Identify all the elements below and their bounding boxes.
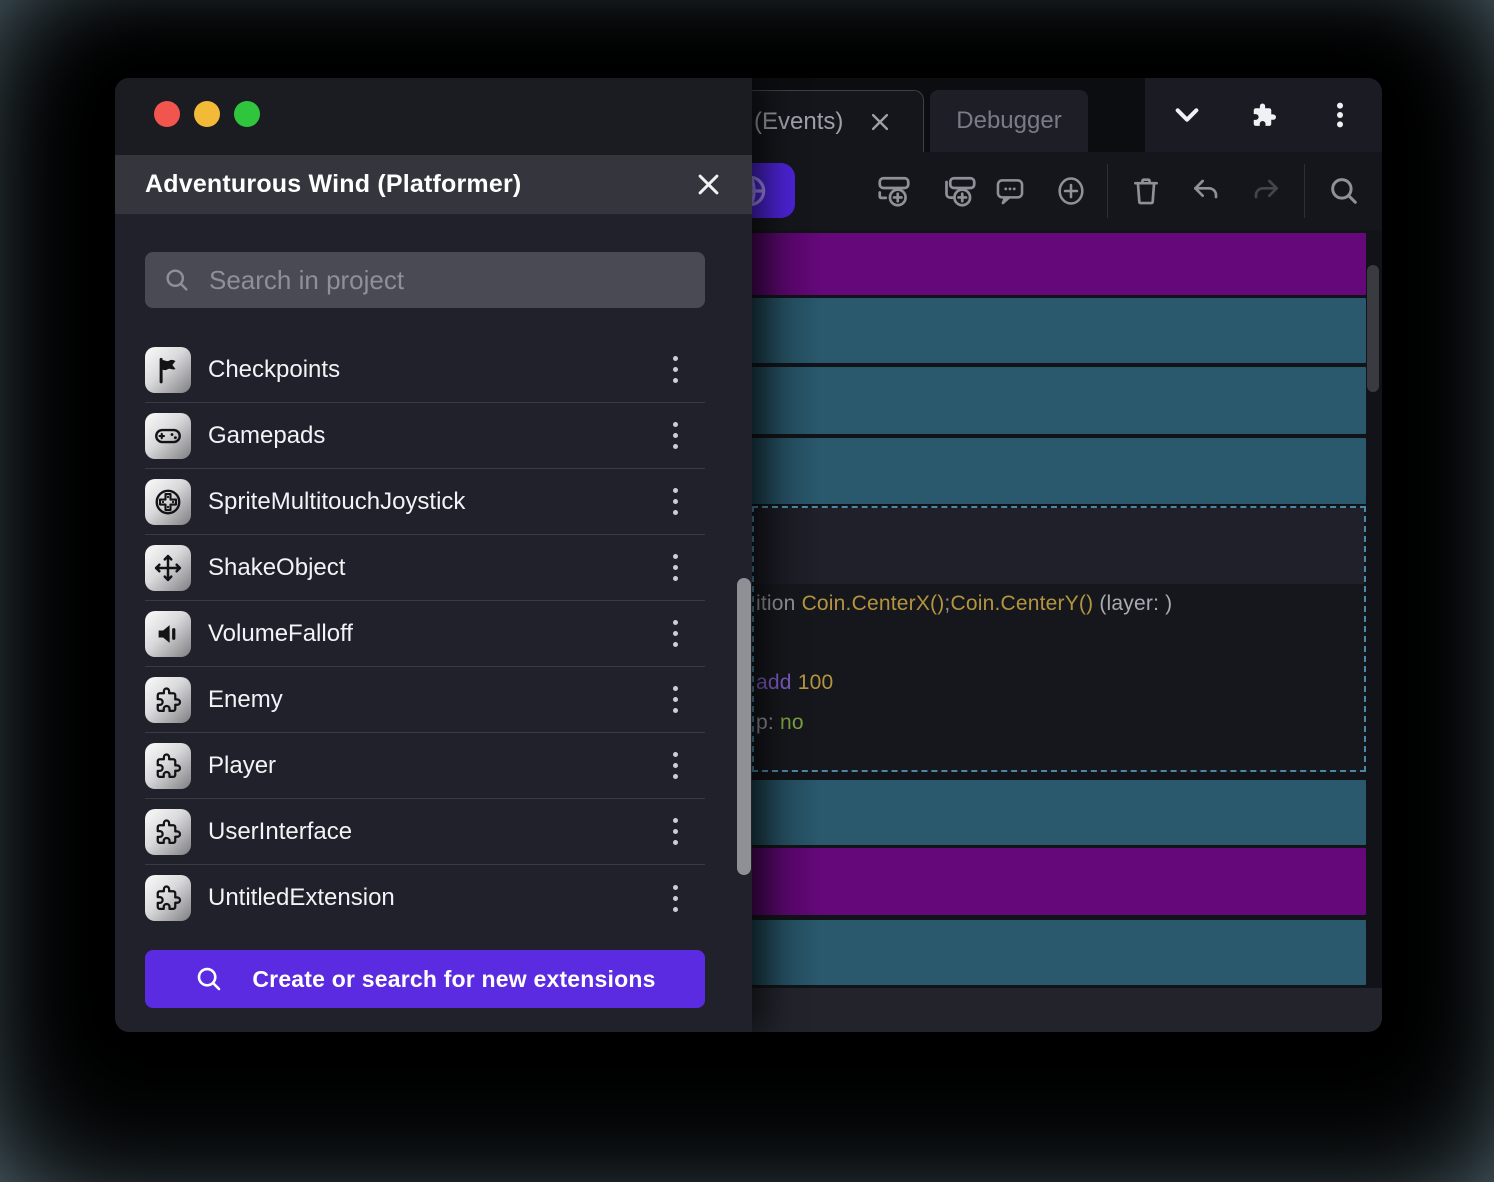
item-kebab-menu-icon[interactable] bbox=[659, 482, 691, 522]
extension-label: SpriteMultitouchJoystick bbox=[208, 488, 465, 516]
events-footer-strip bbox=[752, 988, 1382, 1032]
redo-button[interactable] bbox=[1244, 169, 1288, 213]
project-manager-header: Adventurous Wind (Platformer) bbox=[115, 155, 752, 214]
event-row[interactable] bbox=[752, 920, 1366, 985]
event-row[interactable] bbox=[752, 848, 1366, 915]
events-sheet: ition Coin.CenterX();Coin.CenterY() (lay… bbox=[752, 230, 1382, 1032]
project-manager-panel: Adventurous Wind (Platformer) Checkpoint… bbox=[115, 78, 752, 1032]
event-row[interactable] bbox=[752, 367, 1366, 434]
selected-event-block[interactable]: ition Coin.CenterX();Coin.CenterY() (lay… bbox=[752, 506, 1366, 772]
puzzle-outline-icon bbox=[145, 743, 191, 789]
extension-list-item[interactable]: UntitledExtension bbox=[145, 865, 705, 931]
puzzle-outline-icon bbox=[145, 809, 191, 855]
event-row[interactable] bbox=[752, 438, 1366, 504]
item-kebab-menu-icon[interactable] bbox=[659, 548, 691, 588]
tab-debugger[interactable]: Debugger bbox=[930, 90, 1088, 152]
window-titlebar bbox=[115, 78, 752, 155]
kebab-menu-icon[interactable] bbox=[1322, 97, 1358, 133]
event-actions-area[interactable]: ition Coin.CenterX();Coin.CenterY() (lay… bbox=[754, 584, 1364, 770]
puzzle-filled-icon[interactable] bbox=[1246, 97, 1282, 133]
events-scrollbar[interactable] bbox=[1367, 265, 1379, 392]
search-input[interactable] bbox=[209, 265, 687, 296]
tab-debugger-label: Debugger bbox=[956, 107, 1061, 135]
item-kebab-menu-icon[interactable] bbox=[659, 680, 691, 720]
puzzle-outline-icon bbox=[145, 875, 191, 921]
add-subevent-button[interactable] bbox=[938, 169, 982, 213]
screenshot-root: { "colors": { "accent_purple": "#5a2be1"… bbox=[0, 0, 1494, 1182]
add-event-button[interactable] bbox=[872, 169, 916, 213]
panel-scrollbar[interactable] bbox=[737, 578, 751, 875]
extension-list-item[interactable]: VolumeFalloff bbox=[145, 601, 705, 667]
event-action-line: ition Coin.CenterX();Coin.CenterY() (lay… bbox=[756, 592, 1172, 616]
extension-list-item[interactable]: UserInterface bbox=[145, 799, 705, 865]
close-panel-button[interactable] bbox=[690, 167, 726, 203]
tab-events-label: (Events) bbox=[754, 108, 843, 136]
comment-button[interactable] bbox=[988, 169, 1032, 213]
item-kebab-menu-icon[interactable] bbox=[659, 812, 691, 852]
move-icon bbox=[145, 545, 191, 591]
events-toolbar bbox=[752, 152, 1382, 230]
gamepad-icon bbox=[145, 413, 191, 459]
search-button[interactable] bbox=[1322, 169, 1366, 213]
item-kebab-menu-icon[interactable] bbox=[659, 614, 691, 654]
extension-label: ShakeObject bbox=[208, 554, 345, 582]
event-rows: ition Coin.CenterX();Coin.CenterY() (lay… bbox=[752, 230, 1366, 985]
item-kebab-menu-icon[interactable] bbox=[659, 350, 691, 390]
extension-label: UserInterface bbox=[208, 818, 352, 846]
puzzle-outline-icon bbox=[145, 677, 191, 723]
event-row[interactable] bbox=[752, 298, 1366, 363]
create-extension-label: Create or search for new extensions bbox=[252, 966, 655, 993]
chevron-down-icon[interactable] bbox=[1169, 97, 1205, 133]
zoom-window-button[interactable] bbox=[234, 101, 260, 127]
tab-bar: (Events) Debugger bbox=[752, 78, 1382, 152]
toolbar-divider bbox=[1107, 164, 1108, 218]
circle-plus-button[interactable] bbox=[1049, 169, 1093, 213]
extension-list-item[interactable]: Gamepads bbox=[145, 403, 705, 469]
extension-label: Gamepads bbox=[208, 422, 325, 450]
event-action-line: add 100 bbox=[756, 671, 833, 695]
events-editor: (Events) Debugger ition Coin.CenterX();C… bbox=[752, 78, 1382, 1032]
header-actions bbox=[1145, 78, 1382, 152]
trash-button[interactable] bbox=[1124, 169, 1168, 213]
project-search bbox=[145, 252, 705, 308]
extension-list-item[interactable]: SpriteMultitouchJoystick bbox=[145, 469, 705, 535]
tab-close-icon[interactable] bbox=[865, 107, 895, 137]
project-title: Adventurous Wind (Platformer) bbox=[145, 170, 521, 199]
event-conditions-area[interactable] bbox=[754, 508, 1364, 584]
toolbar-divider bbox=[1304, 164, 1305, 218]
tab-events[interactable]: (Events) bbox=[752, 90, 924, 152]
event-row[interactable] bbox=[752, 233, 1366, 295]
extension-list-item[interactable]: Player bbox=[145, 733, 705, 799]
event-action-line: p: no bbox=[756, 711, 804, 735]
extension-list-item[interactable]: Enemy bbox=[145, 667, 705, 733]
extension-label: Checkpoints bbox=[208, 356, 340, 384]
joystick-icon bbox=[145, 479, 191, 525]
item-kebab-menu-icon[interactable] bbox=[659, 746, 691, 786]
flag-icon bbox=[145, 347, 191, 393]
extension-list: Checkpoints Gamepads SpriteMultitouchJoy… bbox=[145, 337, 705, 931]
item-kebab-menu-icon[interactable] bbox=[659, 416, 691, 456]
close-window-button[interactable] bbox=[154, 101, 180, 127]
extension-label: Player bbox=[208, 752, 276, 780]
extension-list-item[interactable]: ShakeObject bbox=[145, 535, 705, 601]
extension-list-item[interactable]: Checkpoints bbox=[145, 337, 705, 403]
search-icon bbox=[194, 964, 224, 994]
create-extension-button[interactable]: Create or search for new extensions bbox=[145, 950, 705, 1008]
extension-label: UntitledExtension bbox=[208, 884, 395, 912]
extension-label: Enemy bbox=[208, 686, 283, 714]
extension-label: VolumeFalloff bbox=[208, 620, 353, 648]
undo-button[interactable] bbox=[1184, 169, 1228, 213]
search-icon bbox=[163, 266, 191, 294]
window-controls bbox=[154, 101, 260, 127]
speaker-icon bbox=[145, 611, 191, 657]
gdevelop-window: (Events) Debugger ition Coin.CenterX();C… bbox=[115, 78, 1382, 1032]
event-row[interactable] bbox=[752, 780, 1366, 845]
item-kebab-menu-icon[interactable] bbox=[659, 878, 691, 918]
minimize-window-button[interactable] bbox=[194, 101, 220, 127]
